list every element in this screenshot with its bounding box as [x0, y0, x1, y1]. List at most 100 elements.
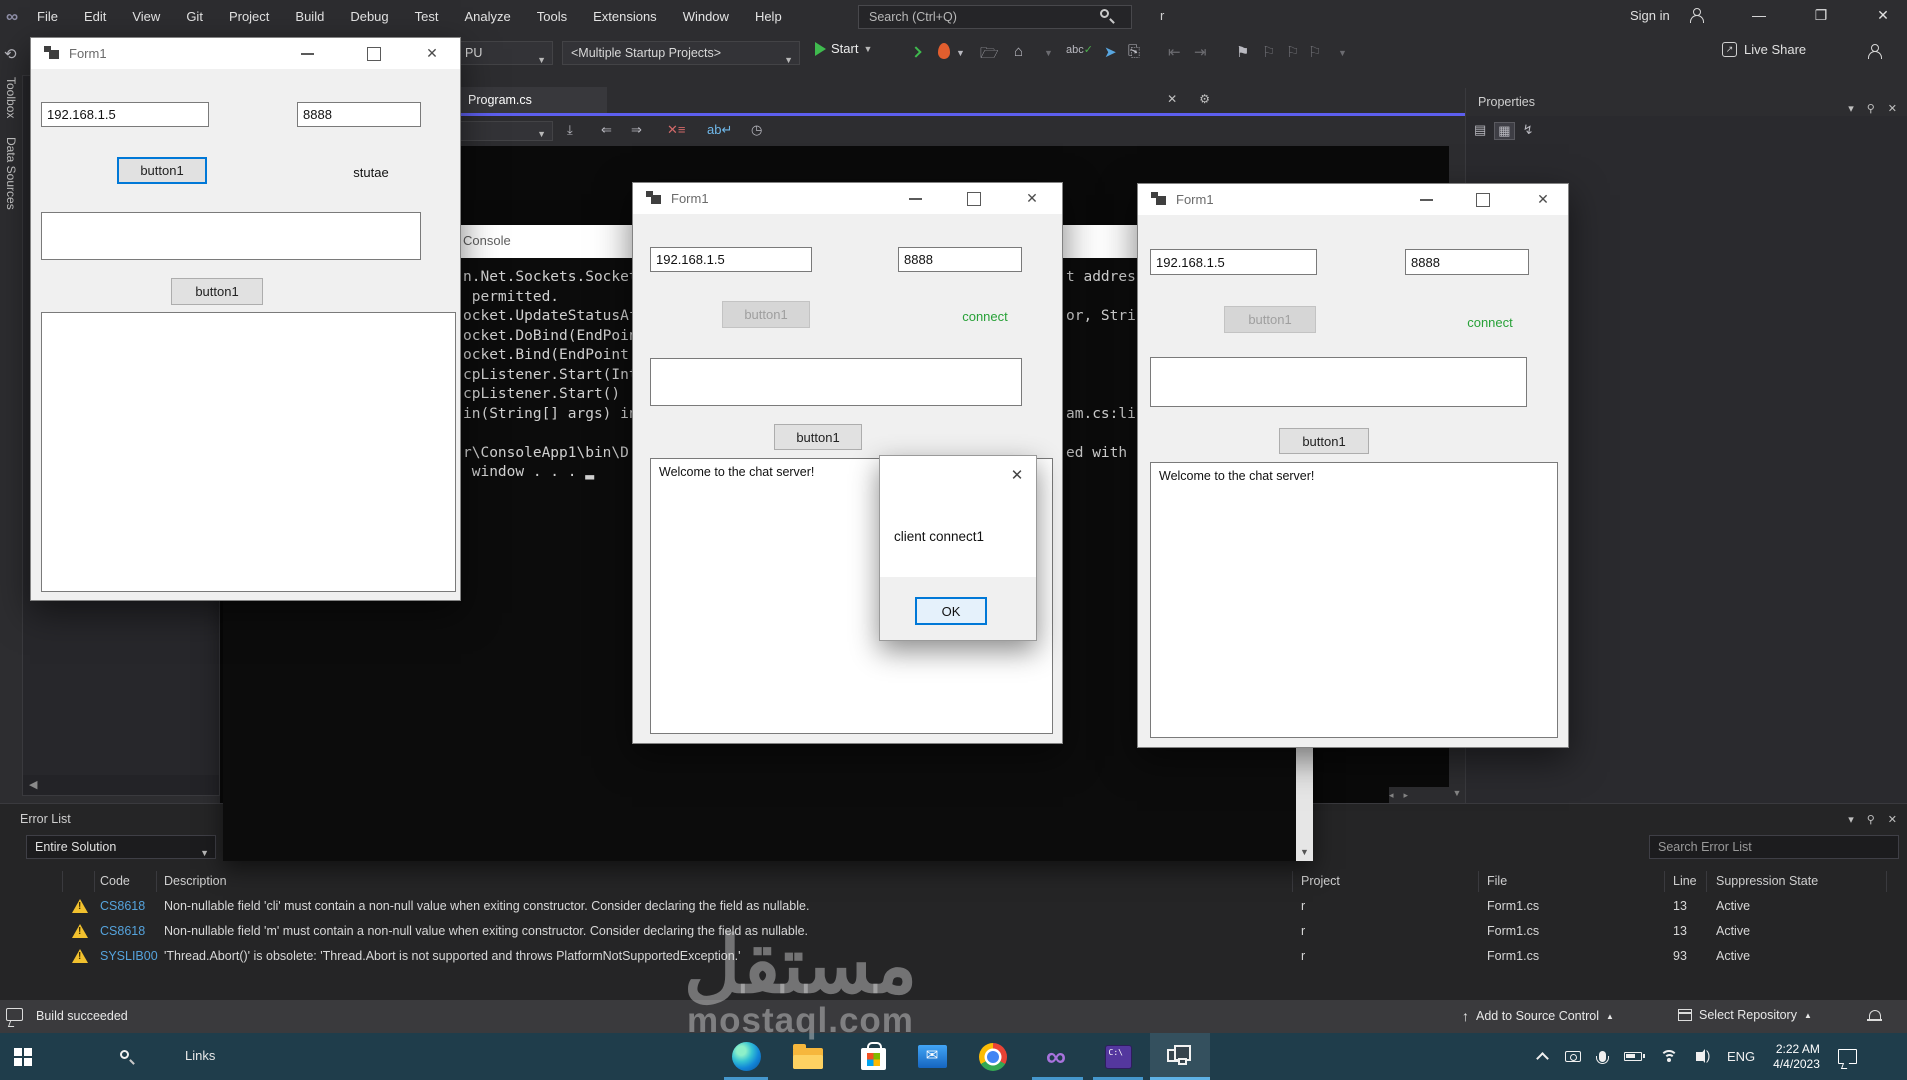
- wifi-icon[interactable]: [1660, 1050, 1678, 1063]
- menu-build[interactable]: Build: [282, 9, 337, 24]
- select-repository-button[interactable]: Select Repository ▲: [1678, 1008, 1812, 1022]
- navigate-back-icon[interactable]: ⟲: [4, 45, 17, 63]
- cursor-select-icon[interactable]: ➤: [1104, 43, 1117, 61]
- rename-icon[interactable]: ⎘: [1128, 43, 1140, 60]
- message-input[interactable]: [650, 358, 1022, 406]
- maximize-button[interactable]: [1468, 184, 1498, 215]
- ip-input[interactable]: [41, 102, 209, 127]
- window-maximize-button[interactable]: ❐: [1804, 7, 1838, 24]
- scope-dropdown[interactable]: ▼: [460, 121, 553, 141]
- message-box-dialog[interactable]: ✕ client connect1 OK: [879, 455, 1037, 641]
- live-share-button[interactable]: ↗ Live Share: [1722, 42, 1806, 57]
- close-document-icon[interactable]: ✕: [1167, 92, 1177, 106]
- action-center-icon[interactable]: [1837, 1049, 1857, 1064]
- back-navigate-icon[interactable]: ⇐: [601, 122, 612, 138]
- battery-icon[interactable]: [1624, 1052, 1645, 1061]
- indent-decrease-icon[interactable]: ⇤: [1168, 43, 1181, 61]
- menu-project[interactable]: Project: [216, 9, 282, 24]
- column-line[interactable]: Line: [1673, 874, 1697, 888]
- links-toolbar[interactable]: Links: [185, 1048, 215, 1063]
- port-input[interactable]: [898, 247, 1022, 272]
- message-input[interactable]: [1150, 357, 1527, 407]
- column-state[interactable]: Suppression State: [1716, 874, 1818, 888]
- taskbar-explorer-button[interactable]: [778, 1033, 838, 1080]
- alphabetical-icon[interactable]: ▦: [1494, 122, 1515, 140]
- menu-analyze[interactable]: Analyze: [451, 9, 523, 24]
- categorized-icon[interactable]: ▤: [1474, 122, 1486, 140]
- menu-git[interactable]: Git: [173, 9, 216, 24]
- menu-debug[interactable]: Debug: [337, 9, 401, 24]
- word-wrap-icon[interactable]: ab↵: [707, 122, 732, 138]
- bookmark-icon[interactable]: ⚑: [1236, 43, 1249, 61]
- button1-send[interactable]: button1: [1279, 428, 1369, 454]
- minimize-button[interactable]: [901, 183, 931, 214]
- start-without-debug-icon[interactable]: [910, 46, 922, 58]
- minimize-button[interactable]: [1412, 184, 1442, 215]
- close-button[interactable]: ✕: [417, 38, 447, 69]
- button1-disabled[interactable]: button1: [1224, 306, 1316, 333]
- form-titlebar[interactable]: Form1 ✕: [1138, 184, 1568, 215]
- message-input[interactable]: [41, 212, 421, 260]
- taskbar-search-icon[interactable]: [120, 1050, 129, 1059]
- tab-program-cs[interactable]: Program.cs: [455, 87, 607, 113]
- forward-navigate-icon[interactable]: ⇒: [631, 122, 642, 138]
- toolbox-horizontal-scrollbar[interactable]: ◀: [23, 775, 219, 795]
- maximize-button[interactable]: [359, 38, 389, 69]
- start-button-icon[interactable]: [14, 1048, 32, 1066]
- language-indicator[interactable]: ENG: [1727, 1049, 1755, 1064]
- port-input[interactable]: [297, 102, 421, 127]
- panel-close-icon[interactable]: ✕: [1888, 95, 1897, 123]
- button1-send[interactable]: button1: [774, 424, 862, 450]
- tray-expand-icon[interactable]: [1536, 1052, 1549, 1065]
- bookmark-clear-icon[interactable]: ⚐: [1308, 43, 1321, 61]
- bookmark-prev-icon[interactable]: ⚐: [1262, 43, 1275, 61]
- column-code[interactable]: Code: [100, 874, 130, 888]
- profiler-flame-icon[interactable]: [938, 43, 950, 59]
- error-row[interactable]: SYSLIB00 'Thread.Abort()' is obsolete: '…: [0, 945, 1907, 970]
- column-description[interactable]: Description: [164, 874, 227, 888]
- quick-search-input[interactable]: Search (Ctrl+Q): [858, 5, 1132, 29]
- menu-file[interactable]: File: [24, 9, 71, 24]
- startup-project-dropdown[interactable]: <Multiple Startup Projects> ▼: [562, 41, 800, 65]
- bookmark-next-icon[interactable]: ⚐: [1286, 43, 1299, 61]
- menu-help[interactable]: Help: [742, 9, 795, 24]
- panel-menu-caret-icon[interactable]: ▾: [1848, 95, 1854, 123]
- taskbar-clock[interactable]: 2:22 AM 4/4/2023: [1773, 1042, 1820, 1072]
- taskbar-edge-button[interactable]: [716, 1033, 776, 1080]
- sidebar-tab-data-sources[interactable]: Data Sources: [4, 137, 18, 210]
- find-in-files-icon[interactable]: 🗁: [980, 43, 999, 68]
- scroll-down-icon[interactable]: ▼: [1296, 844, 1313, 861]
- menu-extensions[interactable]: Extensions: [580, 9, 670, 24]
- pin-icon[interactable]: ⚲: [1867, 813, 1875, 826]
- indent-increase-icon[interactable]: ⇥: [1194, 43, 1207, 61]
- error-row[interactable]: CS8618 Non-nullable field 'm' must conta…: [0, 920, 1907, 945]
- display-cast-icon[interactable]: [1565, 1051, 1581, 1062]
- spell-check-icon[interactable]: abc✓: [1066, 43, 1093, 56]
- sign-in-button[interactable]: Sign in: [1630, 8, 1670, 23]
- minimize-button[interactable]: [293, 38, 323, 69]
- panel-close-icon[interactable]: ✕: [1888, 813, 1897, 826]
- toolbar-caret[interactable]: ▼: [1044, 48, 1053, 58]
- form1-window-client2[interactable]: Form1 ✕ button1 connect button1 Welcome …: [1137, 183, 1569, 748]
- taskbar-store-button[interactable]: [843, 1033, 903, 1080]
- microphone-icon[interactable]: [1596, 1051, 1609, 1064]
- dialog-close-button[interactable]: ✕: [1006, 466, 1028, 484]
- goto-definition-icon[interactable]: ⤓: [567, 122, 573, 138]
- sidebar-tab-toolbox[interactable]: Toolbox: [4, 77, 18, 118]
- menu-tools[interactable]: Tools: [524, 9, 580, 24]
- start-debug-button[interactable]: Start ▼: [815, 41, 872, 56]
- window-close-button[interactable]: ✕: [1866, 7, 1900, 24]
- add-to-source-control-button[interactable]: ↑ Add to Source Control ▲: [1462, 1008, 1614, 1024]
- solution-home-icon[interactable]: ⌂: [1014, 43, 1023, 60]
- column-file[interactable]: File: [1487, 874, 1507, 888]
- form-titlebar[interactable]: Form1 ✕: [31, 38, 460, 69]
- close-button[interactable]: ✕: [1017, 183, 1047, 214]
- pin-icon[interactable]: ⚲: [1867, 95, 1875, 123]
- events-icon[interactable]: ↯: [1523, 122, 1534, 140]
- menu-test[interactable]: Test: [402, 9, 452, 24]
- feedback-icon[interactable]: [6, 1008, 23, 1021]
- menu-edit[interactable]: Edit: [71, 9, 119, 24]
- menu-window[interactable]: Window: [670, 9, 742, 24]
- window-minimize-button[interactable]: —: [1742, 7, 1776, 23]
- toolbar-options-caret[interactable]: ▼: [1338, 48, 1347, 58]
